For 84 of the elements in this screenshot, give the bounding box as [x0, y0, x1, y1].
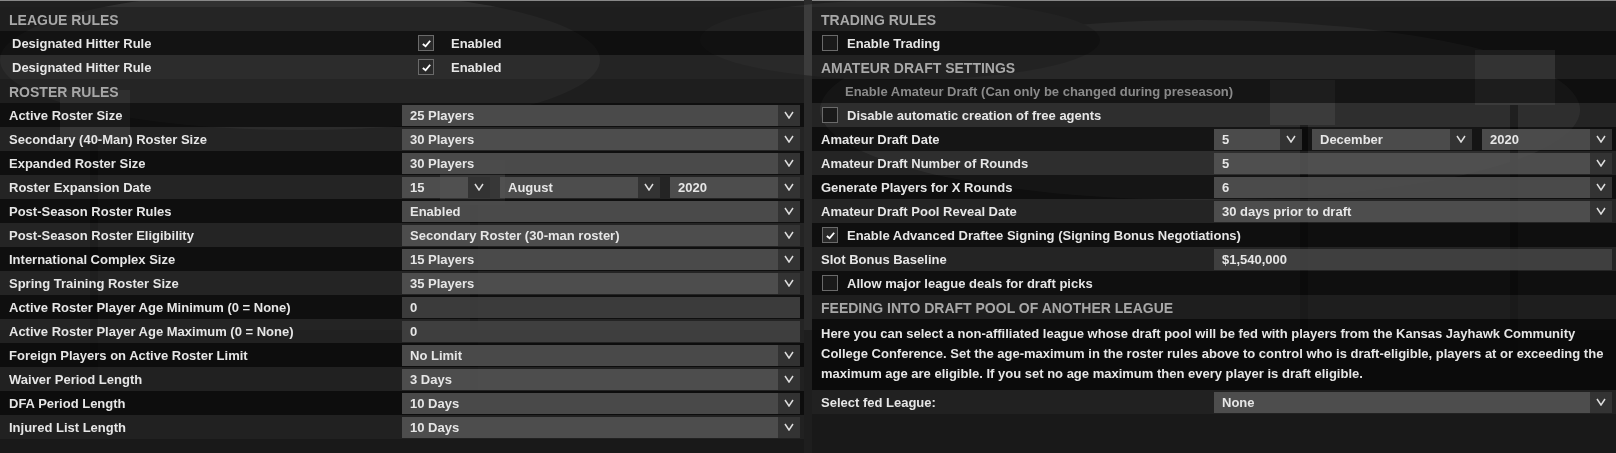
- setting-label: Active Roster Player Age Minimum (0 = None): [8, 299, 292, 315]
- checkbox-label: Enable Advanced Draftee Signing (Signing Bonus Negotiations): [846, 227, 1241, 243]
- dropdown[interactable]: 5: [1214, 128, 1302, 150]
- dropdown[interactable]: August: [500, 176, 660, 198]
- dropdown[interactable]: 2020: [670, 176, 800, 198]
- checkbox[interactable]: [822, 35, 838, 51]
- checkbox[interactable]: [822, 275, 838, 291]
- dropdown[interactable]: No Limit: [402, 344, 800, 366]
- chevron-down-icon: [784, 351, 794, 359]
- dropdown[interactable]: 15: [402, 176, 490, 198]
- dropdown[interactable]: 30 Players: [402, 128, 800, 150]
- checkbox[interactable]: [822, 227, 838, 243]
- chevron-down-icon: [474, 183, 484, 191]
- checkbox-label: Disable automatic creation of free agents: [846, 107, 1102, 123]
- setting-label: Spring Training Roster Size: [8, 275, 180, 291]
- chevron-down-icon: [1596, 183, 1606, 191]
- option-label: Enable Amateur Draft (Can only be changed during preseason): [844, 83, 1234, 99]
- dropdown[interactable]: December: [1312, 128, 1472, 150]
- checkbox[interactable]: [418, 35, 434, 51]
- dropdown[interactable]: 3 Days: [402, 368, 800, 390]
- dropdown[interactable]: None: [1214, 391, 1612, 413]
- input-field[interactable]: $1,540,000: [1214, 248, 1612, 270]
- setting-label: Injured List Length: [8, 419, 127, 435]
- setting-label: Post-Season Roster Eligibility: [8, 227, 195, 243]
- dropdown[interactable]: 2020: [1482, 128, 1612, 150]
- chevron-down-icon: [1456, 135, 1466, 143]
- chevron-down-icon: [784, 111, 794, 119]
- chevron-down-icon: [784, 255, 794, 263]
- setting-label: Roster Expansion Date: [8, 179, 153, 195]
- setting-label: Amateur Draft Pool Reveal Date: [820, 203, 1018, 219]
- dropdown[interactable]: Secondary Roster (30-man roster): [402, 224, 800, 246]
- chevron-down-icon: [644, 183, 654, 191]
- chevron-down-icon: [784, 423, 794, 431]
- chevron-down-icon: [784, 375, 794, 383]
- chevron-down-icon: [1596, 159, 1606, 167]
- chevron-down-icon: [784, 279, 794, 287]
- dropdown[interactable]: 10 Days: [402, 392, 800, 414]
- setting-label: Active Roster Size: [8, 107, 124, 123]
- checkbox-label: Enable Trading: [846, 35, 941, 51]
- dropdown[interactable]: 25 Players: [402, 104, 800, 126]
- dropdown[interactable]: Enabled: [402, 200, 800, 222]
- dropdown[interactable]: 10 Days: [402, 416, 800, 438]
- chevron-down-icon: [784, 231, 794, 239]
- description-text: Here you can select a non-affiliated league whose draft pool will be fed with players from the Kansas Jayhawk Community College Conference. Set the age-maximum in the roster rules above to control who is draft-eligible, players at or exceeding the maximum age are eligible. If you set no age maximum then every player is draft eligible.: [821, 325, 1605, 383]
- checkbox[interactable]: [418, 59, 434, 75]
- chevron-down-icon: [784, 399, 794, 407]
- setting-label: Designated Hitter Rule: [11, 59, 153, 75]
- setting-label: Post-Season Roster Rules: [8, 203, 173, 219]
- chevron-down-icon: [1596, 207, 1606, 215]
- setting-label: Foreign Players on Active Roster Limit: [8, 347, 249, 363]
- setting-label: Slot Bonus Baseline: [820, 251, 948, 267]
- chevron-down-icon: [784, 207, 794, 215]
- dropdown[interactable]: 5: [1214, 152, 1612, 174]
- checkbox-label: Enabled: [450, 59, 502, 75]
- checkbox[interactable]: [822, 107, 838, 123]
- chevron-down-icon: [1286, 135, 1296, 143]
- dropdown[interactable]: 30 Players: [402, 152, 800, 174]
- dropdown[interactable]: 15 Players: [402, 248, 800, 270]
- setting-label: Secondary (40-Man) Roster Size: [8, 131, 208, 147]
- dropdown[interactable]: 35 Players: [402, 272, 800, 294]
- chevron-down-icon: [784, 183, 794, 191]
- setting-label: International Complex Size: [8, 251, 177, 267]
- setting-label: Active Roster Player Age Maximum (0 = None): [8, 323, 295, 339]
- chevron-down-icon: [784, 159, 794, 167]
- checkbox-label: Enabled: [450, 35, 502, 51]
- setting-label: DFA Period Length: [8, 395, 127, 411]
- checkbox-label: Allow major league deals for draft picks: [846, 275, 1093, 291]
- dropdown[interactable]: 30 days prior to draft: [1214, 200, 1612, 222]
- setting-label: Amateur Draft Number of Rounds: [820, 155, 1030, 171]
- input-field[interactable]: 0: [402, 296, 800, 318]
- setting-label: Amateur Draft Date: [820, 131, 941, 147]
- setting-label: Expanded Roster Size: [8, 155, 147, 171]
- checkmark-icon: [824, 229, 836, 241]
- dropdown[interactable]: 6: [1214, 176, 1612, 198]
- input-field[interactable]: 0: [402, 320, 800, 342]
- setting-label: Waiver Period Length: [8, 371, 144, 387]
- setting-label: Generate Players for X Rounds: [820, 179, 1014, 195]
- checkmark-icon: [420, 37, 432, 49]
- setting-label: Select fed League:: [820, 394, 937, 410]
- setting-label: Designated Hitter Rule: [11, 35, 153, 51]
- chevron-down-icon: [1596, 135, 1606, 143]
- chevron-down-icon: [784, 135, 794, 143]
- checkmark-icon: [420, 61, 432, 73]
- chevron-down-icon: [1596, 398, 1606, 406]
